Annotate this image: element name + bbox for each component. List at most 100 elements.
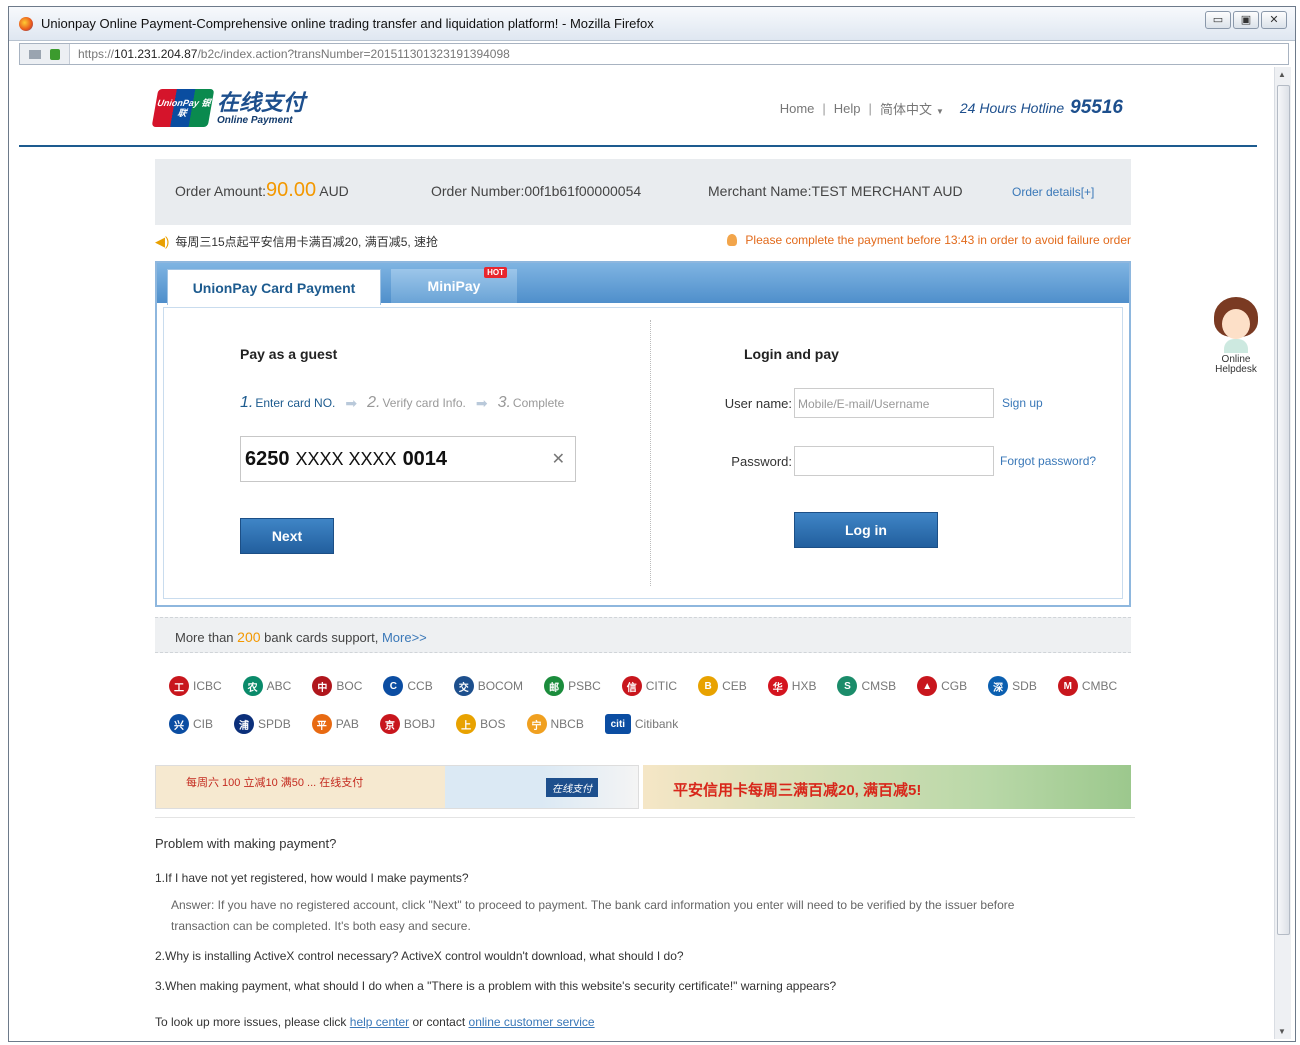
address-bar[interactable]: https://101.231.204.87/b2c/index.action?… xyxy=(19,43,1289,65)
site-identity[interactable] xyxy=(20,44,70,64)
forgot-password-link[interactable]: Forgot password? xyxy=(1000,454,1096,468)
bank-bos[interactable]: 上 BOS xyxy=(456,712,506,736)
bank-spdb[interactable]: 浦 SPDB xyxy=(234,712,291,736)
bank-nbcb-icon: 宁 xyxy=(526,714,547,734)
username-input[interactable]: Mobile/E-mail/Username xyxy=(794,388,994,418)
url-text[interactable]: https://101.231.204.87/b2c/index.action?… xyxy=(70,47,510,61)
username-label: User name: xyxy=(724,396,792,411)
bank-cib-icon: 兴 xyxy=(169,714,189,734)
bank-cgb[interactable]: ▲ CGB xyxy=(917,674,967,698)
bank-sdb[interactable]: 深 SDB xyxy=(988,674,1037,698)
title-bar: Unionpay Online Payment-Comprehensive on… xyxy=(9,7,1295,41)
signup-link[interactable]: Sign up xyxy=(1002,396,1043,410)
step-3-label: Complete xyxy=(512,396,565,410)
step-2-number: 2. xyxy=(367,394,381,411)
bank-hxb[interactable]: 华 HXB xyxy=(767,674,817,698)
bank-cmbc[interactable]: M CMBC xyxy=(1057,674,1117,698)
merchant-name: Merchant Name:TEST MERCHANT AUD xyxy=(708,183,963,199)
faq-title: Problem with making payment? xyxy=(155,836,337,851)
maximize-button[interactable]: ▣ xyxy=(1233,11,1259,29)
page-viewport: UnionPay 银联 在线支付 Online Payment Home | H… xyxy=(9,67,1267,1041)
bank-bobj[interactable]: 京 BOBJ xyxy=(379,712,435,736)
bank-boc[interactable]: 中 BOC xyxy=(312,674,362,698)
language-selector[interactable]: 简体中文 ▼ xyxy=(880,99,944,118)
bank-count: 200 xyxy=(237,629,261,645)
step-1-number: 1. xyxy=(240,394,254,411)
ad-logo: 在线支付 xyxy=(546,778,598,797)
online-customer-service-link[interactable]: online customer service xyxy=(469,1015,595,1029)
faq-more: To look up more issues, please click hel… xyxy=(155,1015,595,1029)
tab-unionpay-card-payment[interactable]: UnionPay Card Payment xyxy=(167,269,381,305)
scroll-down-icon[interactable]: ▼ xyxy=(1278,1027,1286,1036)
vertical-scrollbar[interactable]: ▲ ▼ xyxy=(1274,67,1291,1039)
bank-list: 工 ICBC 农 ABC 中 BOC C CCB 交 BOCOM 邮 PSBC 信 CITIC B CEB 华 H… xyxy=(169,674,1149,736)
bank-citic-icon: 信 xyxy=(621,676,642,696)
more-banks-link[interactable]: More>> xyxy=(382,630,427,645)
next-button[interactable]: Next xyxy=(240,518,334,554)
faq-question-3[interactable]: 3.When making payment, what should I do … xyxy=(155,979,1135,993)
bank-label: SPDB xyxy=(258,717,291,731)
order-number: Order Number:00f1b61f00000054 xyxy=(431,183,642,199)
card-number-input[interactable]: 6250 XXXX XXXX 0014 ✕ xyxy=(240,436,576,482)
bank-label: NBCB xyxy=(550,717,584,731)
bank-bocom[interactable]: 交 BOCOM xyxy=(453,674,523,698)
clear-icon[interactable]: ✕ xyxy=(552,449,565,469)
ad-banner-2[interactable]: 平安信用卡每周三满百减20, 满百减5! xyxy=(643,765,1131,809)
guest-steps: 1. Enter card NO. ➡ 2. Verify card Info.… xyxy=(240,394,564,412)
ad-banners: 每周六 100 立减10 满50 ... 在线支付 在线支付 平安信用卡每周三满… xyxy=(155,765,1131,809)
help-center-link[interactable]: help center xyxy=(350,1015,409,1029)
bank-boc-icon: 中 xyxy=(312,676,333,696)
bank-pab[interactable]: 平 PAB xyxy=(311,712,359,736)
payment-body: Pay as a guest 1. Enter card NO. ➡ 2. Ve… xyxy=(163,307,1123,599)
bank-icbc[interactable]: 工 ICBC xyxy=(169,674,222,698)
chevron-down-icon: ▼ xyxy=(935,106,944,116)
logo-english: Online Payment xyxy=(217,114,293,126)
bank-cmbc-icon: M xyxy=(1057,676,1078,696)
order-details-link[interactable]: Order details[+] xyxy=(1012,185,1094,199)
bank-cgb-icon: ▲ xyxy=(917,676,938,696)
bank-label: CMSB xyxy=(861,679,897,693)
firefox-icon xyxy=(19,16,33,31)
bank-citibank[interactable]: citi Citibank xyxy=(604,712,678,736)
faq-question-1[interactable]: 1.If I have not yet registered, how woul… xyxy=(155,871,1135,885)
helpdesk-avatar-icon xyxy=(1214,297,1258,353)
hotline-label: 24 Hours Hotline xyxy=(959,100,1065,116)
bank-psbc[interactable]: 邮 PSBC xyxy=(544,674,601,698)
nav-separator: | xyxy=(822,100,826,116)
scroll-up-icon[interactable]: ▲ xyxy=(1278,70,1286,79)
faq-question-2[interactable]: 2.Why is installing ActiveX control nece… xyxy=(155,949,1135,963)
logo-chinese: 在线支付 xyxy=(217,89,306,115)
bank-cmsb[interactable]: S CMSB xyxy=(837,674,896,698)
nav-help[interactable]: Help xyxy=(834,101,861,116)
nav-separator: | xyxy=(868,100,872,116)
bank-icbc-icon: 工 xyxy=(169,676,189,696)
unionpay-logo[interactable]: UnionPay 银联 在线支付 Online Payment xyxy=(151,89,306,127)
tab-minipay[interactable]: MiniPay HOT xyxy=(391,267,517,303)
bank-ceb-icon: B xyxy=(698,676,719,696)
ad-banner-1[interactable]: 每周六 100 立减10 满50 ... 在线支付 在线支付 xyxy=(155,765,639,809)
payment-panel: UnionPay Card Payment MiniPay HOT Pay as… xyxy=(155,261,1131,607)
close-button[interactable]: ✕ xyxy=(1261,11,1287,29)
login-button[interactable]: Log in xyxy=(794,512,938,548)
bank-label: CGB xyxy=(941,679,968,693)
bank-label: PSBC xyxy=(568,679,601,693)
bank-spdb-icon: 浦 xyxy=(234,714,255,734)
online-helpdesk[interactable]: Online Helpdesk xyxy=(1201,297,1271,375)
bank-nbcb[interactable]: 宁 NBCB xyxy=(526,712,584,736)
bank-abc-icon: 农 xyxy=(242,676,263,696)
faq-section: Problem with making payment? 1.If I have… xyxy=(155,817,1135,1029)
password-input[interactable] xyxy=(794,446,994,476)
bank-citic[interactable]: 信 CITIC xyxy=(621,674,677,698)
bank-label: HXB xyxy=(791,679,817,693)
bank-cib[interactable]: 兴 CIB xyxy=(169,712,213,736)
promo-notice: ◀) 每周三15点起平安信用卡满百减20, 满百减5, 速抢 xyxy=(155,233,439,250)
lock-icon xyxy=(49,48,60,60)
bank-ccb[interactable]: C CCB xyxy=(383,674,433,698)
nav-home[interactable]: Home xyxy=(780,101,815,116)
guest-title: Pay as a guest xyxy=(240,346,338,362)
logo-text: 在线支付 Online Payment xyxy=(217,89,306,126)
bank-ceb[interactable]: B CEB xyxy=(698,674,747,698)
minimize-button[interactable]: ▭ xyxy=(1205,11,1231,29)
scroll-thumb[interactable] xyxy=(1277,85,1290,935)
bank-abc[interactable]: 农 ABC xyxy=(242,674,291,698)
